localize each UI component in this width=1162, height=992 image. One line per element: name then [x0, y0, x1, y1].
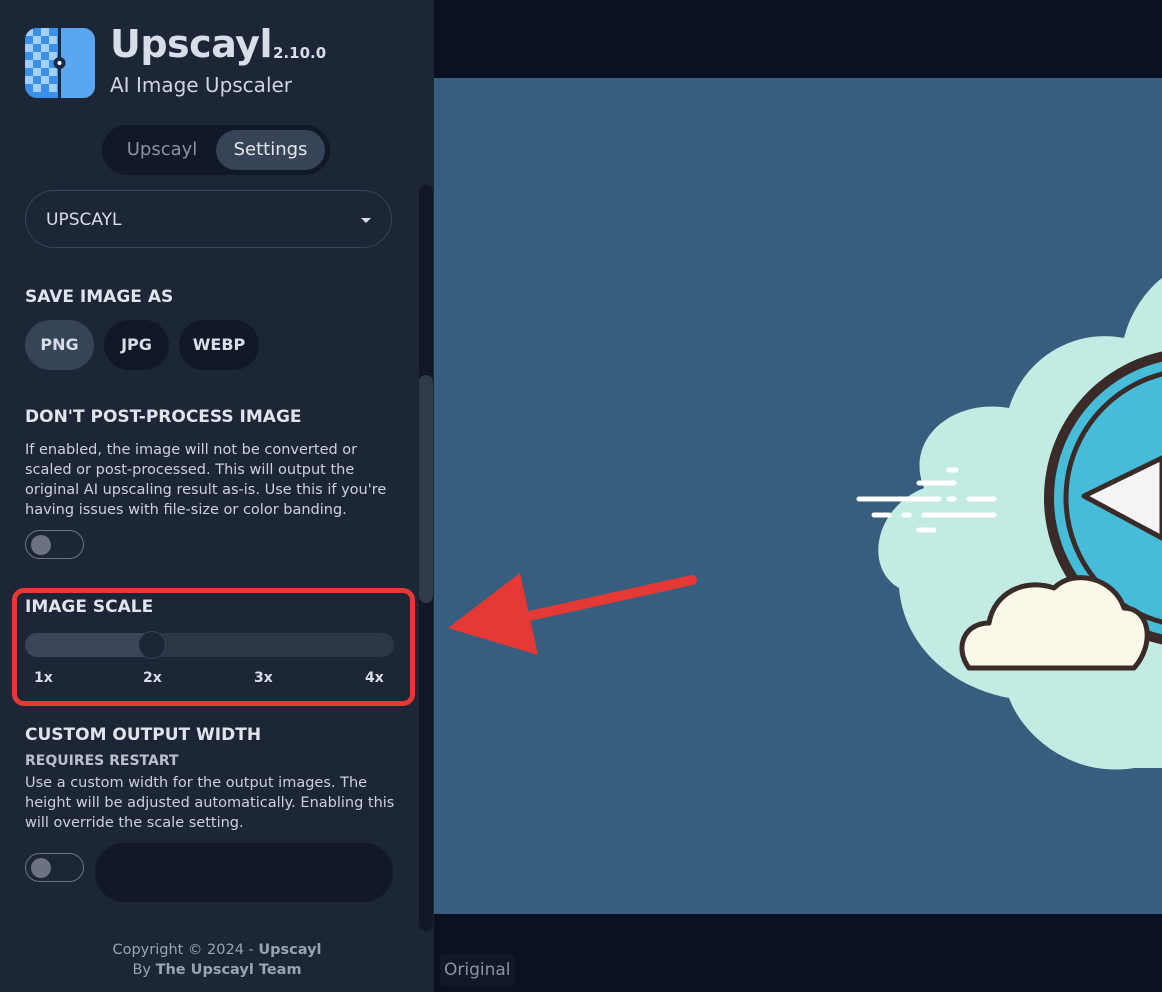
chevron-down-icon	[361, 218, 371, 223]
team-link[interactable]: The Upscayl Team	[156, 962, 302, 978]
post-process-title: DON'T POST-PROCESS IMAGE	[25, 407, 302, 427]
footer-author: By The Upscayl Team	[0, 962, 434, 978]
preview-illustration	[856, 278, 1162, 770]
post-process-toggle[interactable]	[25, 530, 84, 559]
footer-copyright: Copyright © 2024 - Upscayl	[0, 942, 434, 958]
app-title: Upscayl	[110, 22, 272, 66]
tab-switcher: Upscayl Settings	[102, 125, 330, 175]
scrollbar-thumb[interactable]	[419, 375, 433, 603]
by-prefix: By	[132, 962, 156, 978]
format-webp-button[interactable]: WEBP	[179, 320, 259, 370]
custom-width-input[interactable]	[95, 843, 393, 902]
image-scale-highlight-box	[12, 588, 415, 706]
save-image-as-title: SAVE IMAGE AS	[25, 287, 174, 307]
toggle-knob	[31, 535, 51, 555]
toggle-knob	[31, 858, 51, 878]
image-preview	[434, 78, 1162, 914]
sidebar: Upscayl 2.10.0 AI Image Upscaler Upscayl…	[0, 0, 434, 992]
copyright-brand[interactable]: Upscayl	[258, 942, 321, 958]
tab-upscayl[interactable]: Upscayl	[112, 130, 212, 170]
theme-select[interactable]: UPSCAYL	[25, 190, 392, 248]
copyright-prefix: Copyright © 2024 -	[112, 942, 259, 958]
app-subtitle: AI Image Upscaler	[110, 73, 293, 97]
custom-width-title: CUSTOM OUTPUT WIDTH	[25, 725, 262, 745]
post-process-description: If enabled, the image will not be conver…	[25, 442, 387, 518]
custom-width-toggle[interactable]	[25, 853, 84, 882]
theme-select-value: UPSCAYL	[46, 210, 122, 230]
preview-label: Original	[440, 954, 515, 986]
format-png-button[interactable]: PNG	[25, 320, 94, 370]
requires-restart-note: REQUIRES RESTART	[25, 753, 179, 769]
tab-settings[interactable]: Settings	[216, 130, 325, 170]
app-logo	[25, 28, 95, 98]
custom-width-description: Use a custom width for the output images…	[25, 775, 395, 831]
sidebar-scrollbar[interactable]	[419, 185, 433, 931]
app-version: 2.10.0	[273, 44, 327, 62]
format-jpg-button[interactable]: JPG	[104, 320, 169, 370]
